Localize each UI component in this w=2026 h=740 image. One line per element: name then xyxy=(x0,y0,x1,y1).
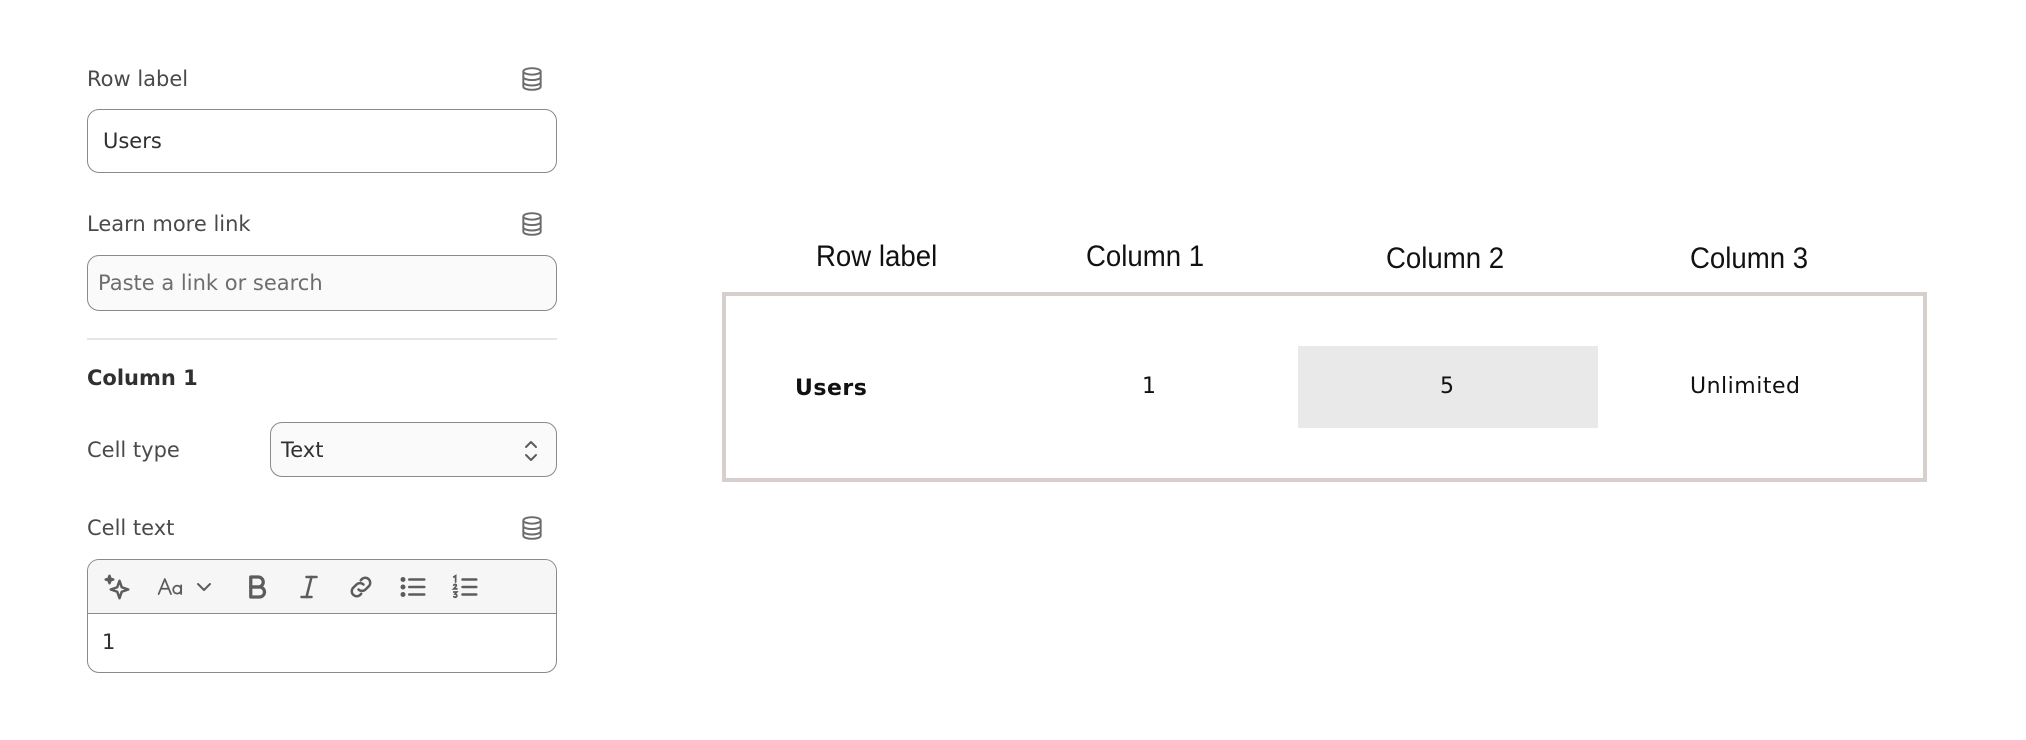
column-header-3: Column 3 xyxy=(1690,242,1809,275)
database-icon[interactable] xyxy=(519,66,545,92)
cell-type-value: Text xyxy=(281,437,324,462)
column-header-1: Column 1 xyxy=(1086,240,1205,273)
magic-sparkle-icon[interactable] xyxy=(102,572,132,602)
section-divider xyxy=(87,338,557,340)
select-chevrons-icon xyxy=(525,441,537,461)
bullet-list-icon[interactable] xyxy=(398,572,428,602)
cell-type-select[interactable]: Text xyxy=(270,422,557,477)
database-icon[interactable] xyxy=(519,515,545,541)
italic-icon[interactable] xyxy=(294,572,324,602)
column-section-title: Column 1 xyxy=(87,366,198,390)
row-label-field-label: Row label xyxy=(87,67,189,91)
row-label-input[interactable] xyxy=(87,109,557,173)
chevron-down-icon[interactable] xyxy=(194,572,214,602)
column-1-cell[interactable]: 1 xyxy=(1142,374,1157,399)
cell-text-content: 1 xyxy=(102,630,116,654)
cell-text-label: Cell text xyxy=(87,516,175,540)
column-2-cell[interactable]: 5 xyxy=(1440,374,1455,399)
column-3-cell[interactable]: Unlimited xyxy=(1690,374,1800,399)
learn-more-field-label: Learn more link xyxy=(87,212,251,236)
cell-text-editor[interactable]: 1 xyxy=(87,559,557,673)
font-size-icon[interactable] xyxy=(154,572,188,602)
bold-icon[interactable] xyxy=(242,572,272,602)
column-header-2: Column 2 xyxy=(1386,242,1505,275)
learn-more-link-input[interactable] xyxy=(87,255,557,311)
row-label-cell[interactable]: Users xyxy=(795,376,867,401)
cell-type-label: Cell type xyxy=(87,438,180,462)
editor-toolbar xyxy=(88,560,556,614)
link-icon[interactable] xyxy=(346,572,376,602)
column-header-row-label: Row label xyxy=(816,240,938,273)
database-icon[interactable] xyxy=(519,211,545,237)
numbered-list-icon[interactable] xyxy=(450,572,480,602)
